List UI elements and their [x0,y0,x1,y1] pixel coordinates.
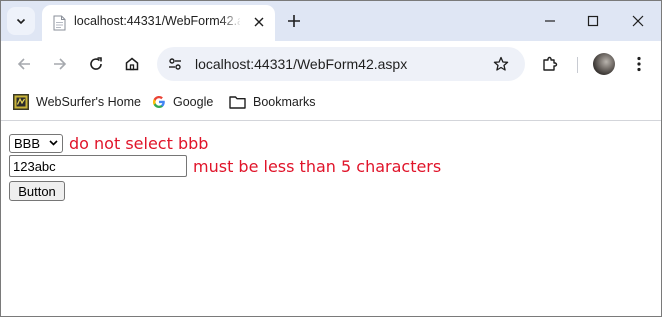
more-vert-icon [637,56,641,72]
submit-button[interactable]: Button [9,181,65,201]
tab-active[interactable]: localhost:44331/WebForm42.aspx [42,5,275,41]
bookmark-google[interactable]: Google [152,91,213,113]
chevron-down-icon [16,18,26,25]
home-button[interactable] [118,50,146,78]
tab-strip: localhost:44331/WebForm42.aspx [1,1,661,41]
home-icon [125,57,139,71]
bookmark-label: WebSurfer's Home [36,95,141,109]
tab-title-fade [220,9,242,33]
new-tab-button[interactable] [283,10,305,32]
bookmark-star-button[interactable] [489,52,513,76]
close-window-button[interactable] [624,7,652,35]
star-icon [493,56,509,71]
profile-avatar[interactable] [593,53,615,75]
dropdown-row: BBB do not select bbb [9,132,208,154]
page-icon [53,15,66,31]
textbox-row: 123abc must be less than 5 characters [9,155,441,177]
bookmarks-bar: WebSurfer's Home Google Bookmarks [1,87,661,117]
maximize-icon [587,15,599,27]
reload-button[interactable] [82,50,110,78]
page-content: BBB do not select bbb 123abc must be les… [1,121,661,316]
browser-toolbar: localhost:44331/WebForm42.aspx [1,41,661,87]
chevron-down-icon [49,140,58,146]
plus-icon [288,15,300,27]
text-input-value: 123abc [13,158,56,174]
tab-close-button[interactable] [250,13,268,31]
google-icon [152,95,166,109]
websurfer-logo-icon [13,94,29,110]
close-icon [254,17,264,27]
choice-dropdown[interactable]: BBB [9,133,63,153]
browser-window: localhost:44331/WebForm42.aspx [0,0,662,317]
site-info-button[interactable] [163,52,187,76]
bookmark-websurfers-home[interactable]: WebSurfer's Home [13,91,141,113]
back-button[interactable] [10,50,38,78]
bookmark-label: Google [173,95,214,109]
puzzle-icon [543,56,558,71]
minimize-icon [545,20,555,22]
address-bar[interactable]: localhost:44331/WebForm42.aspx [157,47,525,81]
back-arrow-icon [17,58,30,70]
extensions-button[interactable] [536,50,564,78]
tab-search-button[interactable] [7,7,35,35]
tune-icon [169,58,181,70]
dropdown-validation-message: do not select bbb [69,133,209,153]
menu-button[interactable] [625,50,653,78]
close-icon [632,15,644,27]
forward-button[interactable] [46,50,74,78]
minimize-button[interactable] [536,7,564,35]
forward-arrow-icon [54,58,67,70]
dropdown-selected-value: BBB [14,135,41,151]
reload-icon [90,57,102,70]
bookmark-folder[interactable]: Bookmarks [229,91,316,113]
textbox-validation-message: must be less than 5 characters [193,156,442,176]
url-text: localhost:44331/WebForm42.aspx [195,56,408,72]
text-input[interactable]: 123abc [9,155,187,177]
toolbar-separator [577,57,578,73]
folder-icon [229,95,246,109]
tab-title: localhost:44331/WebForm42.aspx [74,14,240,28]
bookmark-label: Bookmarks [253,95,316,109]
maximize-button[interactable] [579,7,607,35]
